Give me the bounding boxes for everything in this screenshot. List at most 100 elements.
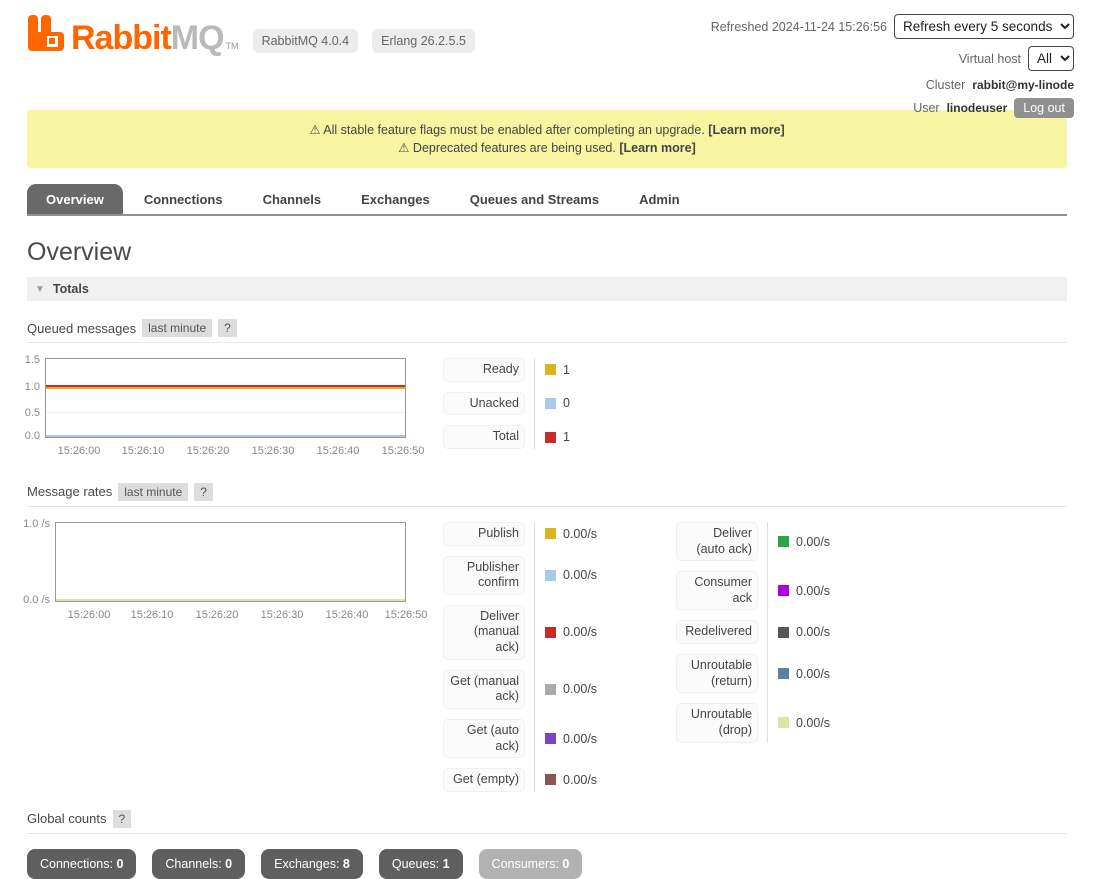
tab-connections[interactable]: Connections: [125, 184, 242, 214]
page-header: RabbitMQTM RabbitMQ 4.0.4 Erlang 26.2.5.…: [0, 0, 1094, 106]
legend-value: 0.00/s: [796, 667, 830, 681]
legend-label: Get (auto ack): [443, 719, 525, 758]
x-tick: 15:26:10: [131, 609, 174, 621]
rabbitmq-version-badge: RabbitMQ 4.0.4: [253, 29, 359, 53]
consumers-count-button[interactable]: Consumers: 0: [479, 849, 583, 879]
x-tick: 15:26:50: [385, 609, 428, 621]
legend-label: Ready: [443, 358, 525, 382]
legend-value: 0: [563, 396, 570, 410]
unacked-series-line: [46, 435, 405, 437]
legend-label: Get (empty): [443, 768, 525, 792]
queued-messages-header: Queued messages last minute ?: [27, 319, 1067, 343]
message-rates-header: Message rates last minute ?: [27, 483, 1067, 507]
total-color-swatch: [545, 432, 556, 443]
count-value: 0: [116, 857, 123, 871]
erlang-version-badge: Erlang 26.2.5.5: [372, 29, 475, 53]
rates-help-icon[interactable]: ?: [194, 483, 213, 501]
legend-label: Deliver (manual ack): [443, 605, 525, 660]
legend-row-unacked: Unacked 0: [443, 392, 570, 416]
legend-label: Get (manual ack): [443, 670, 525, 709]
y-tick: 0.0 /s: [0, 594, 50, 606]
connections-count-button[interactable]: Connections: 0: [27, 849, 136, 879]
x-tick: 15:26:30: [252, 445, 295, 457]
count-label: Exchanges:: [274, 857, 343, 871]
tab-exchanges[interactable]: Exchanges: [342, 184, 449, 214]
count-value: 0: [562, 857, 569, 871]
queued-chart-period-badge[interactable]: last minute: [142, 319, 212, 337]
legend-row-get-manual-ack: Get (manual ack) 0.00/s: [443, 670, 676, 709]
rates-zero-line: [56, 599, 405, 601]
x-tick: 15:26:30: [261, 609, 304, 621]
get-auto-ack-color-swatch: [545, 733, 556, 744]
message-rates-legend: Publish 0.00/s Publisher confirm 0.00/s …: [443, 522, 830, 792]
rabbitmq-logo-icon: [27, 14, 65, 55]
totals-section-header[interactable]: ▼ Totals: [27, 277, 1067, 301]
cluster-label: Cluster: [926, 78, 966, 92]
global-counts-title: Global counts: [27, 811, 107, 826]
tab-overview[interactable]: Overview: [27, 184, 123, 214]
rates-chart-period-badge[interactable]: last minute: [118, 483, 188, 501]
collapse-arrow-icon: ▼: [35, 284, 45, 295]
tab-admin[interactable]: Admin: [620, 184, 698, 214]
get-manual-ack-color-swatch: [545, 684, 556, 695]
legend-row-get-empty: Get (empty) 0.00/s: [443, 768, 676, 792]
count-value: 0: [225, 857, 232, 871]
channels-count-button[interactable]: Channels: 0: [152, 849, 245, 879]
queued-messages-legend: Ready 1 Unacked 0 Total 1: [443, 358, 570, 449]
legend-row-deliver-manual-ack: Deliver (manual ack) 0.00/s: [443, 605, 676, 660]
deliver-manual-ack-color-swatch: [545, 627, 556, 638]
totals-section-title: Totals: [53, 282, 89, 296]
count-label: Consumers:: [492, 857, 563, 871]
logout-button[interactable]: Log out: [1014, 98, 1074, 118]
legend-row-unroutable-return: Unroutable (return) 0.00/s: [676, 654, 830, 693]
count-value: 8: [343, 857, 350, 871]
x-tick: 15:26:00: [68, 609, 111, 621]
tab-queues-and-streams[interactable]: Queues and Streams: [451, 184, 618, 214]
count-label: Queues:: [392, 857, 443, 871]
x-tick: 15:26:00: [58, 445, 101, 457]
legend-label: Publish: [443, 522, 525, 546]
learn-more-link-2[interactable]: [Learn more]: [619, 141, 695, 155]
y-tick: 0.5: [0, 407, 40, 419]
x-tick: 15:26:40: [326, 609, 369, 621]
legend-row-deliver-auto-ack: Deliver (auto ack) 0.00/s: [676, 522, 830, 561]
learn-more-link-1[interactable]: [Learn more]: [708, 123, 784, 137]
x-tick: 15:26:40: [317, 445, 360, 457]
legend-label: Unroutable (drop): [676, 703, 758, 742]
legend-value: 0.00/s: [563, 527, 597, 541]
unroutable-return-color-swatch: [778, 668, 789, 679]
exchanges-count-button[interactable]: Exchanges: 8: [261, 849, 363, 879]
rabbitmq-logo[interactable]: RabbitMQTM: [27, 14, 239, 55]
legend-label: Unacked: [443, 392, 525, 416]
legend-label: Unroutable (return): [676, 654, 758, 693]
legend-value: 0.00/s: [563, 568, 597, 582]
get-empty-color-swatch: [545, 774, 556, 785]
queues-count-button[interactable]: Queues: 1: [379, 849, 463, 879]
legend-row-redelivered: Redelivered 0.00/s: [676, 620, 830, 644]
legend-row-get-auto-ack: Get (auto ack) 0.00/s: [443, 719, 676, 758]
legend-row-unroutable-drop: Unroutable (drop) 0.00/s: [676, 703, 830, 742]
legend-row-publish: Publish 0.00/s: [443, 522, 676, 546]
legend-value: 1: [563, 363, 570, 377]
queued-messages-chart: 1.5 1.0 0.5 0.0 15:26:00 15:26:10 15:26:…: [27, 358, 443, 449]
legend-value: 0.00/s: [563, 773, 597, 787]
user-name: linodeuser: [947, 101, 1008, 115]
y-tick: 0.0: [0, 430, 40, 442]
page-title: Overview: [27, 238, 1067, 267]
cluster-name: rabbit@my-linode: [972, 78, 1074, 92]
count-label: Channels:: [165, 857, 225, 871]
global-counts-help-icon[interactable]: ?: [113, 810, 132, 828]
virtual-host-select[interactable]: All: [1028, 46, 1074, 71]
y-tick: 1.0: [0, 381, 40, 393]
brand-wordmark: RabbitMQTM: [71, 21, 239, 55]
tab-channels[interactable]: Channels: [244, 184, 341, 214]
message-rates-chart: 1.0 /s 0.0 /s 15:26:00 15:26:10 15:26:20…: [27, 522, 443, 792]
queued-help-icon[interactable]: ?: [218, 319, 237, 337]
legend-value: 0.00/s: [796, 625, 830, 639]
legend-label: Publisher confirm: [443, 556, 525, 595]
legend-label: Total: [443, 425, 525, 449]
y-tick: 1.0 /s: [0, 518, 50, 530]
total-series-line: [46, 385, 405, 387]
refresh-interval-select[interactable]: Refresh every 5 seconds: [894, 14, 1074, 39]
queued-messages-title: Queued messages: [27, 321, 136, 336]
